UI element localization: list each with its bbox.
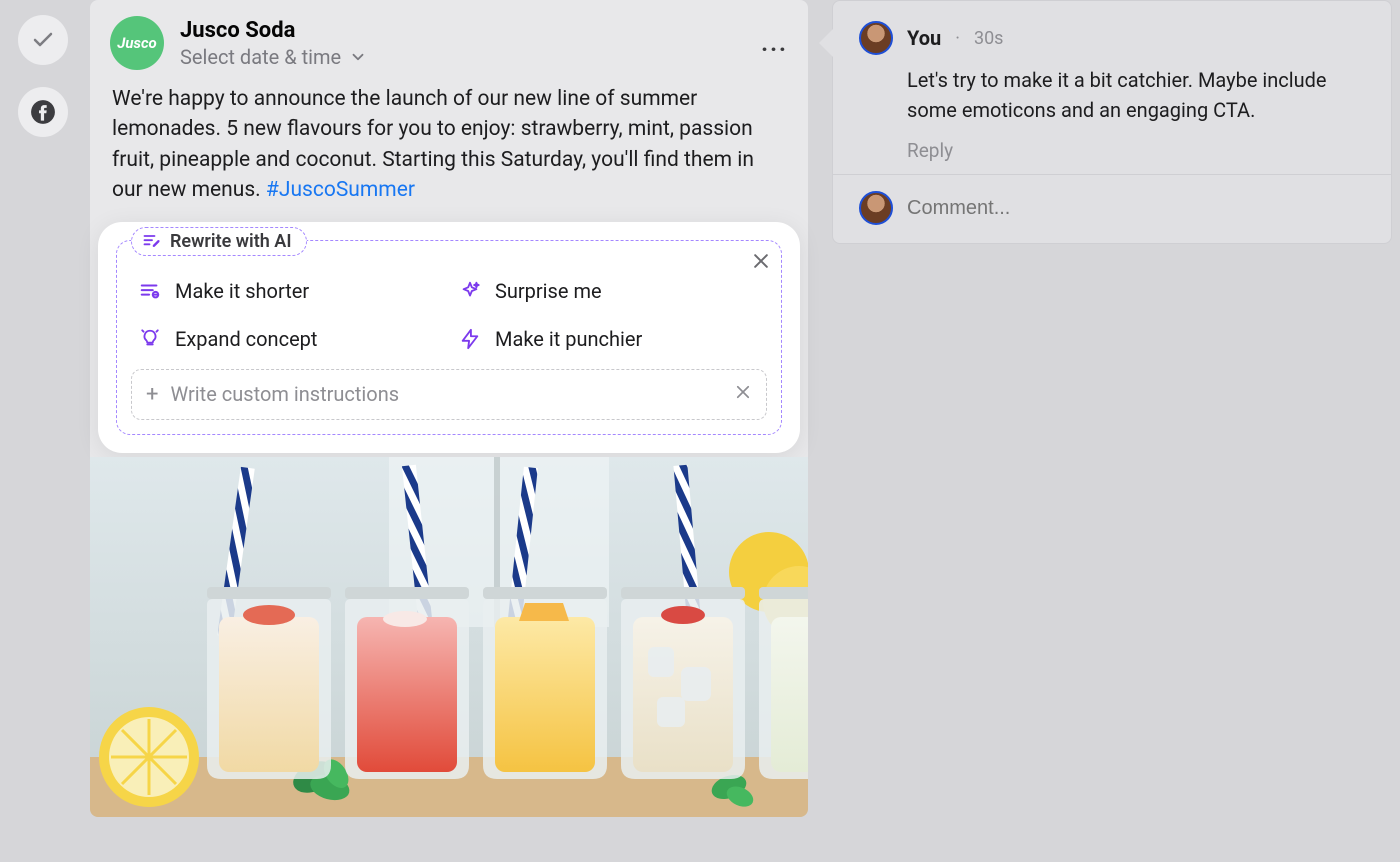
post-header-main: Jusco Soda Select date & time [180,18,745,69]
ai-custom-instruction-input[interactable]: + Write custom instructions [131,369,767,420]
brand-avatar: Jusco [110,16,164,70]
post-title: Jusco Soda [180,18,745,43]
rewrite-icon [142,231,162,251]
network-facebook-button[interactable] [18,87,68,137]
comment-input-row [833,175,1391,243]
date-selector[interactable]: Select date & time [180,45,745,69]
ai-rewrite-inner: Rewrite with AI Make it shorter Surprise… [116,240,782,435]
close-icon [734,383,752,401]
plus-icon: + [146,382,158,407]
ai-option-shorter[interactable]: Make it shorter [139,279,439,303]
comment-time-sep: · [955,28,960,49]
comment-avatar [859,21,893,55]
post-hashtag[interactable]: #JuscoSummer [266,178,415,202]
post-body[interactable]: We're happy to announce the launch of ou… [90,78,808,216]
current-user-avatar [859,191,893,225]
post-card: Jusco Jusco Soda Select date & time ... … [90,0,808,817]
post-header: Jusco Jusco Soda Select date & time ... [90,0,808,78]
ai-close-button[interactable] [751,251,771,275]
facebook-icon [30,99,56,125]
sparkle-icon [459,280,481,302]
bulb-icon [139,328,161,350]
comment-author: You [907,26,941,50]
ai-rewrite-legend: Rewrite with AI [131,227,307,256]
reply-button[interactable]: Reply [907,139,1365,162]
confirm-button[interactable] [18,15,68,65]
ai-rewrite-panel: Rewrite with AI Make it shorter Surprise… [98,222,800,453]
ai-options-grid: Make it shorter Surprise me Expand conce… [131,255,767,369]
chevron-down-icon [349,48,367,66]
comment-header: You · 30s [859,21,1365,55]
ai-option-label: Surprise me [495,279,602,303]
comment-input[interactable] [907,197,1365,220]
ai-option-expand[interactable]: Expand concept [139,327,439,351]
ai-option-punchier[interactable]: Make it punchier [459,327,759,351]
post-image [90,457,808,817]
left-action-bar [18,15,68,137]
comments-panel: You · 30s Let's try to make it a bit cat… [832,0,1392,244]
ai-option-label: Make it shorter [175,279,309,303]
custom-placeholder-text: Write custom instructions [170,382,399,406]
close-icon [751,251,771,271]
speech-pointer [819,29,833,57]
post-more-button[interactable]: ... [761,29,788,57]
shorter-icon [139,280,161,302]
bolt-icon [459,328,481,350]
ai-option-surprise[interactable]: Surprise me [459,279,759,303]
post-body-text: We're happy to announce the launch of ou… [112,87,754,202]
check-icon [31,28,55,52]
comment-item: You · 30s Let's try to make it a bit cat… [833,1,1391,174]
comment-time: 30s [974,28,1004,49]
custom-clear-button[interactable] [734,382,752,406]
ai-option-label: Expand concept [175,327,317,351]
ai-option-label: Make it punchier [495,327,642,351]
brand-avatar-text: Jusco [117,34,157,52]
date-label: Select date & time [180,45,341,69]
comment-text: Let's try to make it a bit catchier. May… [907,65,1365,125]
ai-legend-text: Rewrite with AI [170,231,292,252]
